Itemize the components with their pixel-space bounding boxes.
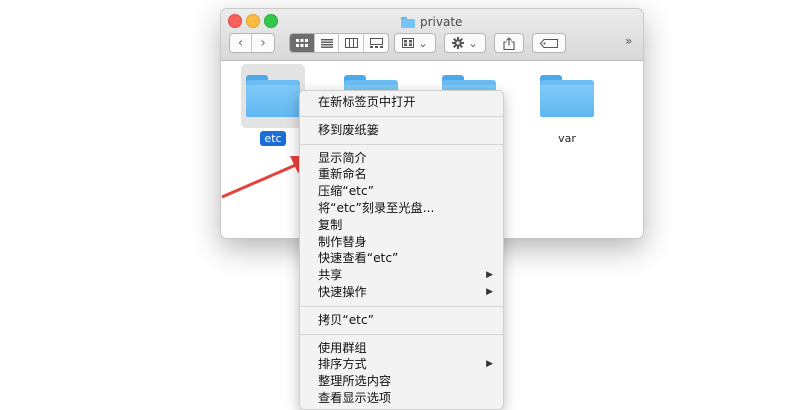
tag-button-inner	[533, 34, 565, 52]
menu-item-label: 显示简介	[318, 150, 367, 165]
menu-separator	[300, 305, 503, 307]
title-bar[interactable]: private ‹ › ⌄ ⌄ »	[221, 9, 643, 61]
column-view-icon	[344, 38, 358, 48]
item-highlight	[241, 64, 305, 128]
menu-item[interactable]: 压缩“etc”	[300, 183, 503, 200]
menu-item-label: 快速操作	[318, 284, 367, 299]
view-mode-group	[289, 33, 389, 53]
chevron-down-icon: ⌄	[418, 36, 428, 50]
menu-item-label: 将“etc”刻录至光盘...	[318, 200, 435, 215]
window-title: private	[401, 14, 462, 30]
menu-item[interactable]: 在新标签页中打开	[300, 94, 503, 111]
folder-label: etc	[260, 131, 286, 146]
menu-item[interactable]: 整理所选内容	[300, 373, 503, 390]
menu-item-label: 复制	[318, 217, 343, 232]
column-view-button[interactable]	[339, 34, 364, 52]
folder-item-etc[interactable]: etc	[241, 64, 305, 146]
tag-button[interactable]	[532, 33, 566, 53]
action-button[interactable]: ⌄	[444, 33, 486, 53]
item-highlight	[535, 64, 599, 128]
menu-item-label: 查看显示选项	[318, 390, 392, 405]
chevron-down-icon: ⌄	[468, 36, 478, 50]
toolbar-overflow-button[interactable]: »	[625, 34, 632, 48]
submenu-arrow-icon: ▶	[486, 270, 493, 281]
context-menu: 在新标签页中打开 移到废纸篓显示简介重新命名压缩“etc” 将“etc”刻录至光盘.…	[299, 90, 504, 410]
tag-icon	[540, 38, 558, 48]
minimize-window-button[interactable]	[246, 14, 260, 28]
menu-separator	[300, 333, 503, 335]
menu-item[interactable]: 将“etc”刻录至光盘...	[300, 200, 503, 217]
share-icon	[503, 36, 515, 50]
menu-item-label: 快速查看“etc”	[318, 251, 399, 266]
share-button[interactable]	[494, 33, 524, 53]
menu-item[interactable]: 移到废纸篓	[300, 122, 503, 139]
menu-item-label: 制作替身	[318, 234, 367, 249]
gallery-view-button[interactable]	[364, 34, 388, 52]
icon-view-icon	[296, 38, 308, 47]
menu-item[interactable]: 显示简介	[300, 150, 503, 167]
window-title-label: private	[420, 15, 463, 29]
gallery-view-icon	[369, 38, 383, 48]
arrange-button[interactable]: ⌄	[394, 33, 436, 53]
menu-item-label: 移到废纸篓	[318, 122, 379, 137]
icon-view-button[interactable]	[290, 34, 315, 52]
menu-item-label: 在新标签页中打开	[318, 95, 416, 109]
arrange-button-inner: ⌄	[395, 34, 435, 52]
menu-item[interactable]: 排序方式 ▶	[300, 356, 503, 373]
menu-item[interactable]: 查看显示选项	[300, 390, 503, 407]
list-view-button[interactable]	[315, 34, 339, 52]
nav-button-group: ‹ ›	[229, 33, 275, 53]
menu-item-label: 重新命名	[318, 167, 367, 182]
menu-item[interactable]: 重新命名	[300, 166, 503, 183]
arrange-icon	[402, 38, 415, 48]
list-view-icon	[320, 38, 333, 48]
gear-icon	[452, 37, 465, 49]
menu-item-label: 整理所选内容	[318, 374, 392, 389]
share-button-inner	[495, 34, 523, 52]
menu-item[interactable]: 制作替身	[300, 234, 503, 251]
menu-separator	[300, 143, 503, 145]
menu-item-label: 压缩“etc”	[318, 184, 374, 199]
back-button[interactable]: ‹	[230, 34, 252, 52]
menu-separator	[300, 115, 503, 117]
close-window-button[interactable]	[228, 14, 242, 28]
menu-item-label: 排序方式	[318, 357, 367, 372]
folder-icon	[401, 16, 415, 28]
menu-item-label: 共享	[318, 268, 343, 283]
forward-button[interactable]: ›	[252, 34, 274, 52]
menu-item-label: 使用群组	[318, 340, 367, 355]
menu-item[interactable]: 快速查看“etc”	[300, 250, 503, 267]
chevron-right-icon: ›	[260, 35, 266, 51]
menu-item-label: 拷贝“etc”	[318, 312, 374, 327]
menu-item[interactable]: 复制	[300, 217, 503, 234]
submenu-arrow-icon: ▶	[486, 286, 493, 297]
folder-item-var[interactable]: var	[535, 64, 599, 146]
action-button-inner: ⌄	[445, 34, 485, 52]
folder-icon	[246, 75, 300, 117]
folder-label: var	[558, 132, 576, 145]
zoom-window-button[interactable]	[264, 14, 278, 28]
submenu-arrow-icon: ▶	[486, 359, 493, 370]
menu-item[interactable]: 共享 ▶	[300, 267, 503, 284]
folder-icon	[540, 75, 594, 117]
menu-item[interactable]: 使用群组	[300, 340, 503, 357]
menu-item[interactable]: 快速操作 ▶	[300, 284, 503, 301]
chevron-left-icon: ‹	[237, 35, 244, 51]
menu-item[interactable]: 拷贝“etc”	[300, 312, 503, 329]
